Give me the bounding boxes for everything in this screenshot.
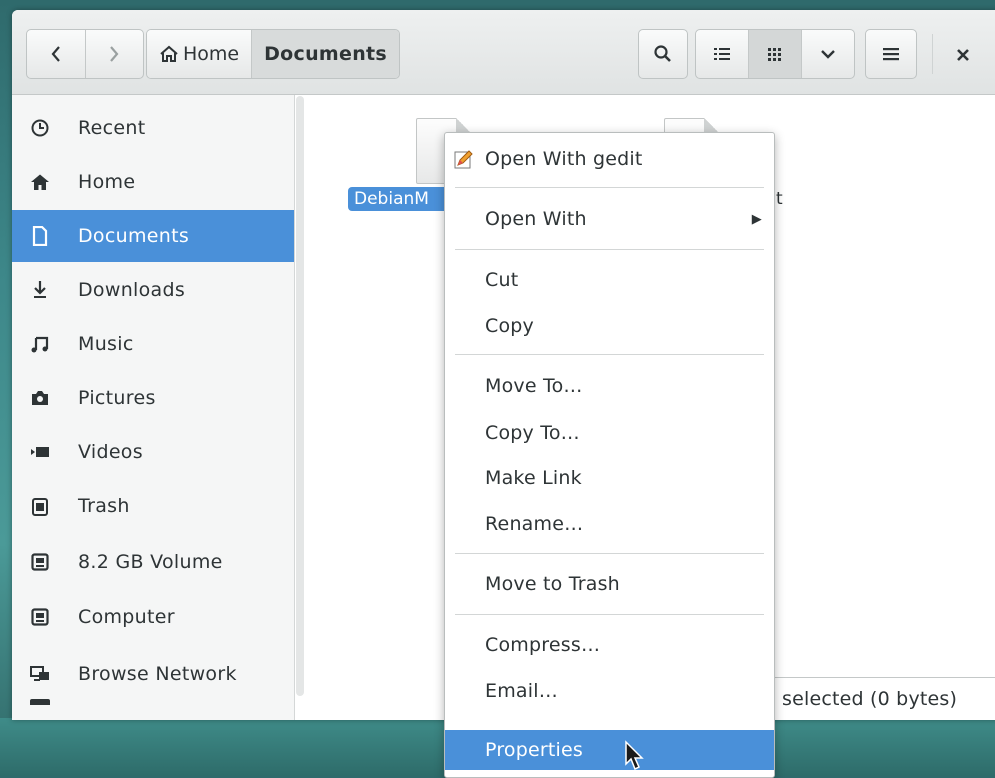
music-icon [30,334,50,354]
file-label[interactable]: DebianM [348,187,450,211]
menu-item-label: Make Link [485,467,582,489]
menu-item-rename[interactable]: Rename… [445,504,774,544]
sidebar-item-label: Recent [78,117,146,139]
breadcrumb-home[interactable]: Home [147,30,252,78]
camera-icon [30,389,50,407]
sidebar-item-computer[interactable]: Computer [12,591,294,643]
sidebar-item-home[interactable]: Home [12,156,294,208]
video-icon [30,445,50,459]
menu-item-open-with-gedit[interactable]: Open With gedit [445,139,774,179]
status-text: selected (0 bytes) [782,688,958,710]
sidebar-item-label: Pictures [78,387,156,409]
breadcrumb: Home Documents [146,29,401,79]
header-separator [932,34,933,74]
home-icon [30,173,50,191]
menu-item-move-to-trash[interactable]: Move to Trash [445,564,774,604]
sidebar-item-label: Music [78,333,134,355]
menu-item-properties[interactable]: Properties [445,730,774,770]
sidebar-item-downloads[interactable]: Downloads [12,264,294,316]
back-button[interactable] [27,30,85,78]
chevron-left-icon [51,46,60,62]
view-options-button[interactable] [801,30,854,78]
network-icon [30,665,50,683]
close-icon [957,49,969,61]
view-switcher [695,29,855,79]
menu-item-email[interactable]: Email… [445,671,774,711]
home-icon [160,45,178,62]
search-icon [654,45,671,62]
menu-item-label: Email… [485,680,558,702]
sidebar-item-recent[interactable]: Recent [12,102,294,154]
list-view-button[interactable] [696,30,748,78]
grid-view-icon [768,48,781,61]
sidebar-item-label: Computer [78,606,175,628]
menu-item-label: Move To… [485,375,583,397]
menu-item-label: Rename… [485,513,584,535]
breadcrumb-home-label: Home [183,43,240,65]
list-view-icon [714,48,730,60]
sidebar-item-music[interactable]: Music [12,318,294,370]
chevron-down-icon [821,50,835,59]
sidebar-item-label: Downloads [78,279,186,301]
sidebar-item-documents[interactable]: Documents [12,210,294,262]
submenu-arrow-icon: ▶ [751,211,762,227]
menu-item-label: Copy To… [485,422,580,444]
context-menu: Open With gedit Open With ▶ Cut Copy Mov… [444,132,775,778]
forward-button[interactable] [84,30,144,78]
gedit-icon [454,150,473,169]
drive-icon [30,553,50,571]
grid-view-button[interactable] [748,30,801,78]
search-button[interactable] [638,29,688,79]
chevron-right-icon [110,46,119,62]
menu-icon [883,48,899,61]
sidebar-scrollbar[interactable] [296,96,304,696]
menu-item-label: Copy [485,315,534,337]
drive-icon [30,608,50,626]
menu-button[interactable] [865,29,917,79]
clock-icon [30,118,50,138]
menu-separator [455,187,764,188]
sidebar-item-label: Home [78,171,136,193]
sidebar-item-label: Trash [78,495,130,517]
sidebar: Recent Home Documents Downloads Music Pi… [12,95,295,720]
partial-sidebar-item-icon [30,699,50,705]
menu-item-move-to[interactable]: Move To… [445,366,774,406]
menu-item-copy[interactable]: Copy [445,306,774,346]
menu-separator [455,354,764,355]
sidebar-item-label: Videos [78,441,143,463]
menu-item-label: Cut [485,269,519,291]
menu-item-label: Move to Trash [485,573,620,595]
menu-item-copy-to[interactable]: Copy To… [445,413,774,453]
menu-separator [455,553,764,554]
breadcrumb-documents[interactable]: Documents [251,30,400,78]
sidebar-item-label: 8.2 GB Volume [78,551,223,573]
sidebar-item-videos[interactable]: Videos [12,426,294,478]
close-button[interactable] [952,44,974,66]
menu-item-label: Properties [485,739,584,761]
menu-item-label: Open With [485,208,587,230]
menu-separator [455,614,764,615]
menu-item-open-with[interactable]: Open With ▶ [445,199,774,239]
status-floating-bar: selected (0 bytes) [759,677,995,720]
sidebar-item-label: Documents [78,225,190,247]
menu-item-label: Compress… [485,634,601,656]
sidebar-item-browse-network[interactable]: Browse Network [12,648,294,700]
menu-item-label: Open With gedit [485,148,643,170]
menu-separator [455,249,764,250]
sidebar-item-volume[interactable]: 8.2 GB Volume [12,536,294,588]
menu-item-make-link[interactable]: Make Link [445,458,774,498]
menu-item-cut[interactable]: Cut [445,260,774,300]
headerbar: Home Documents [12,10,995,95]
trash-icon [30,496,50,516]
breadcrumb-documents-label: Documents [264,43,388,65]
navigation-buttons [26,29,144,79]
mouse-cursor-icon [625,740,644,771]
sidebar-item-pictures[interactable]: Pictures [12,372,294,424]
sidebar-item-trash[interactable]: Trash [12,480,294,532]
download-icon [30,280,50,300]
sidebar-item-label: Browse Network [78,663,237,685]
menu-item-compress[interactable]: Compress… [445,625,774,665]
document-icon [30,226,50,246]
